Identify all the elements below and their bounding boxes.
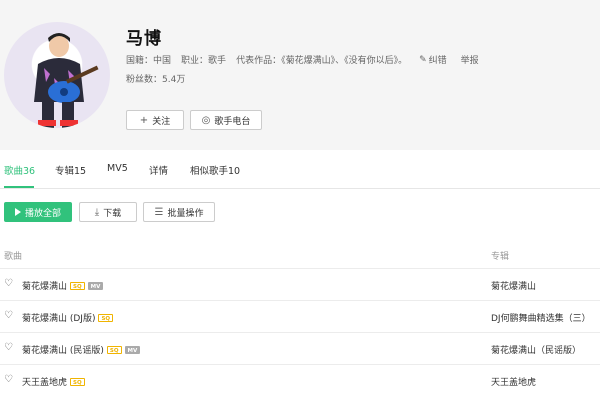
batch-operation-button[interactable]: ☰ 批量操作 <box>143 202 215 222</box>
mv-badge[interactable]: MV <box>87 281 104 290</box>
heart-icon[interactable]: ♡ <box>4 342 13 353</box>
download-button[interactable]: ⤓ 下载 <box>79 202 137 222</box>
song-title[interactable]: 菊花爆满山 (民谣版) <box>22 343 104 356</box>
follow-label: 关注 <box>152 116 171 127</box>
fans-label: 粉丝数： <box>126 75 163 85</box>
song-row[interactable]: ♡ 菊花爆满山 (DJ版) SQ DJ何鹏舞曲精选集（三） <box>0 300 600 332</box>
album-name[interactable]: 菊花爆满山（民谣版） <box>491 343 581 356</box>
radio-label: 歌手电台 <box>214 116 251 127</box>
correct-label: 纠错 <box>428 56 447 66</box>
song-cell: 菊花爆满山 (DJ版) SQ <box>22 311 114 324</box>
fans-count: 粉丝数：5.4万 <box>126 72 185 85</box>
artist-tabs: 歌曲36 专辑15 MV5 详情 相似歌手10 <box>0 150 600 188</box>
correct-link[interactable]: ✎ 纠错 <box>419 53 447 67</box>
tab-similar-artists[interactable]: 相似歌手10 <box>190 163 240 177</box>
job-value: 歌手 <box>208 56 227 66</box>
tab-details[interactable]: 详情 <box>149 163 168 177</box>
works-value: 《菊花爆满山》、《没有你以后》。 <box>281 56 408 66</box>
song-title[interactable]: 天王盖地虎 <box>22 375 67 388</box>
country-value: 中国 <box>153 56 172 66</box>
mv-badge[interactable]: MV <box>124 345 141 354</box>
tab-songs[interactable]: 歌曲36 <box>4 163 35 177</box>
tabs-divider <box>0 188 600 189</box>
album-name[interactable]: 天王盖地虎 <box>491 375 536 388</box>
play-all-button[interactable]: 播放全部 <box>4 202 72 222</box>
sq-badge: SQ <box>98 313 114 322</box>
column-header-song: 歌曲 <box>4 252 23 262</box>
sq-badge: SQ <box>70 281 85 290</box>
heart-icon[interactable]: ♡ <box>4 310 13 321</box>
job-label: 职业： <box>181 56 209 66</box>
song-row[interactable]: ♡ 菊花爆满山 SQ MV 菊花爆满山 <box>0 268 600 300</box>
edit-icon: ✎ <box>419 54 427 65</box>
song-cell: 菊花爆满山 SQ MV <box>22 279 104 292</box>
song-title[interactable]: 菊花爆满山 (DJ版) <box>22 311 95 324</box>
sq-badge: SQ <box>70 377 85 386</box>
country-label: 国籍： <box>126 56 154 66</box>
download-label: 下载 <box>103 208 122 219</box>
report-link[interactable]: 举报 <box>461 53 479 66</box>
report-label: 举报 <box>460 56 479 66</box>
song-row[interactable]: ♡ 天王盖地虎 SQ 天王盖地虎 <box>0 364 600 396</box>
artist-name: 马博 <box>126 29 162 49</box>
play-all-label: 播放全部 <box>24 208 61 219</box>
artist-avatar <box>4 22 110 128</box>
song-cell: 天王盖地虎 SQ <box>22 375 85 388</box>
song-cell: 菊花爆满山 (民谣版) SQ MV <box>22 343 141 356</box>
artist-meta: 国籍：中国 职业：歌手 代表作品：《菊花爆满山》、《没有你以后》。 ✎ 纠错 举报 <box>126 53 493 67</box>
column-header-album: 专辑 <box>491 252 510 262</box>
plus-icon: + <box>139 114 149 126</box>
country-info: 国籍：中国 <box>126 53 171 66</box>
tab-mv[interactable]: MV5 <box>107 163 128 174</box>
song-row[interactable]: ♡ 菊花爆满山 (民谣版) SQ MV 菊花爆满山（民谣版） <box>0 332 600 364</box>
artist-header: 马博 国籍：中国 职业：歌手 代表作品：《菊花爆满山》、《没有你以后》。 ✎ 纠错… <box>0 0 600 150</box>
download-icon: ⤓ <box>94 206 100 218</box>
sq-badge: SQ <box>106 345 122 354</box>
tab-albums[interactable]: 专辑15 <box>55 163 86 177</box>
song-title[interactable]: 菊花爆满山 <box>22 279 67 292</box>
job-info: 职业：歌手 <box>181 53 226 66</box>
album-name[interactable]: 菊花爆满山 <box>491 279 536 292</box>
list-icon: ☰ <box>154 206 164 218</box>
follow-button[interactable]: + 关注 <box>126 110 184 130</box>
heart-icon[interactable]: ♡ <box>4 374 13 385</box>
works-label: 代表作品： <box>236 56 282 66</box>
heart-icon[interactable]: ♡ <box>4 278 13 289</box>
radio-icon: ◎ <box>201 114 211 126</box>
album-name[interactable]: DJ何鹏舞曲精选集（三） <box>491 311 591 324</box>
play-icon <box>14 208 21 216</box>
artist-radio-button[interactable]: ◎ 歌手电台 <box>190 110 262 130</box>
fans-value: 5.4万 <box>162 75 186 85</box>
works-info: 代表作品：《菊花爆满山》、《没有你以后》。 <box>236 53 407 66</box>
batch-label: 批量操作 <box>167 208 204 219</box>
